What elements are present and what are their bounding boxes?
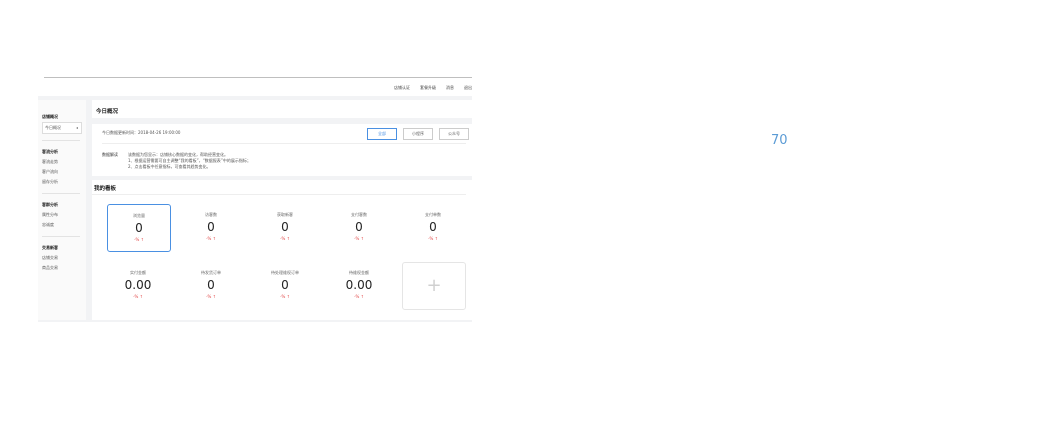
board-title: 我的看板	[94, 186, 117, 192]
sidebar-item-store-trade[interactable]: 店铺交易	[38, 253, 86, 263]
stat-label: 支付客数	[351, 212, 367, 217]
stat-change: -% ↑	[134, 237, 144, 242]
side-number: 70	[771, 133, 788, 148]
sidebar: 店铺概况 今日概况 ◂ 客流分析 客流走势 客户流向 留存分析 客群分析 属性分…	[38, 100, 86, 320]
stat-label: 待处理维权订单	[271, 270, 299, 275]
stat-label: 获取新客	[277, 212, 293, 217]
update-time: 今日数据更新时间：2018-04-26 19:00:00	[102, 130, 181, 135]
stat-value: 0	[207, 220, 215, 234]
board-panel: 我的看板 浏览量 0 -% ↑ 访客数 0 -% ↑ 获取新客 0 -% ↑ 支…	[92, 180, 472, 320]
stat-value: 0.00	[124, 278, 152, 292]
sidebar-head-traffic: 客流分析	[42, 149, 58, 154]
sidebar-item-label: 今日概况	[45, 125, 61, 130]
stat-label: 实付金额	[130, 270, 146, 275]
stat-card-pending-rights[interactable]: 待处理维权订单 0 -% ↑	[254, 262, 316, 308]
sidebar-item-product-trade[interactable]: 商品交易	[38, 263, 86, 273]
chevron-left-icon: ◂	[75, 125, 78, 130]
stat-card-paid-amount[interactable]: 实付金额 0.00 -% ↑	[107, 262, 169, 308]
explain-line: 2、点击看板中任意指标，可查看其趋势变化。	[128, 164, 211, 169]
stat-value: 0	[429, 220, 437, 234]
explain-label: 数据解读	[102, 152, 118, 157]
stat-value: 0	[355, 220, 363, 234]
plus-icon: +	[426, 275, 442, 296]
sidebar-item-attributes[interactable]: 属性分布	[38, 210, 86, 220]
stat-label: 支付单数	[425, 212, 441, 217]
stat-change: -% ↑	[206, 236, 216, 241]
stat-card-pending-shipment[interactable]: 待发货订单 0 -% ↑	[180, 262, 242, 308]
top-divider	[44, 77, 472, 78]
topnav-verify[interactable]: 店铺认证	[394, 83, 410, 93]
stat-card-paid-orders[interactable]: 支付单数 0 -% ↑	[402, 204, 464, 250]
page-title: 今日概况	[96, 109, 119, 115]
divider	[42, 140, 80, 141]
segment-official-account[interactable]: 公众号	[439, 128, 469, 140]
stat-card-pageviews[interactable]: 浏览量 0 -% ↑	[107, 204, 171, 252]
stat-value: 0	[135, 221, 143, 235]
segment-all[interactable]: 全部	[367, 128, 397, 140]
topnav-upgrade[interactable]: 套餐升级	[420, 83, 436, 93]
sidebar-item-customer-flow[interactable]: 客户流向	[38, 167, 86, 177]
top-nav: 店铺认证 套餐升级 消息 退出	[394, 83, 472, 93]
stat-change: -% ↑	[354, 294, 364, 299]
stat-change: -% ↑	[354, 236, 364, 241]
stat-change: -% ↑	[280, 236, 290, 241]
stat-value: 0.00	[345, 278, 373, 292]
sidebar-item-retention[interactable]: 留存分析	[38, 177, 86, 187]
stat-value: 0	[207, 278, 215, 292]
topnav-logout[interactable]: 退出	[464, 83, 472, 93]
segment-miniprogram[interactable]: 小程序	[403, 128, 433, 140]
sidebar-head-trade: 交易新客	[42, 245, 58, 250]
divider	[42, 193, 80, 194]
stat-label: 待维权金额	[349, 270, 369, 275]
sidebar-head-overview: 店铺概况	[42, 114, 58, 119]
divider	[92, 194, 466, 195]
stat-label: 浏览量	[133, 213, 145, 218]
sidebar-head-audience: 客群分析	[42, 202, 58, 207]
stat-label: 访客数	[205, 212, 217, 217]
divider	[42, 236, 80, 237]
stat-card-new-customers[interactable]: 获取新客 0 -% ↑	[254, 204, 316, 250]
sidebar-item-loyalty[interactable]: 忠诚度	[38, 220, 86, 230]
sidebar-item-traffic-trend[interactable]: 客流走势	[38, 157, 86, 167]
stat-card-paying-customers[interactable]: 支付客数 0 -% ↑	[328, 204, 390, 250]
topnav-messages[interactable]: 消息	[446, 83, 454, 93]
stat-card-rights-amount[interactable]: 待维权金额 0.00 -% ↑	[328, 262, 390, 308]
sidebar-item-today[interactable]: 今日概况 ◂	[42, 122, 82, 134]
stat-change: -% ↑	[133, 294, 143, 299]
channel-segments: 全部 小程序 公众号	[367, 128, 469, 140]
stat-change: -% ↑	[280, 294, 290, 299]
stat-card-visitors[interactable]: 访客数 0 -% ↑	[180, 204, 242, 250]
title-panel: 今日概况	[92, 100, 472, 118]
add-metric-button[interactable]: +	[402, 262, 466, 310]
stat-change: -% ↑	[206, 294, 216, 299]
divider	[102, 143, 466, 144]
stat-change: -% ↑	[428, 236, 438, 241]
stat-value: 0	[281, 220, 289, 234]
stat-label: 待发货订单	[201, 270, 221, 275]
stat-value: 0	[281, 278, 289, 292]
